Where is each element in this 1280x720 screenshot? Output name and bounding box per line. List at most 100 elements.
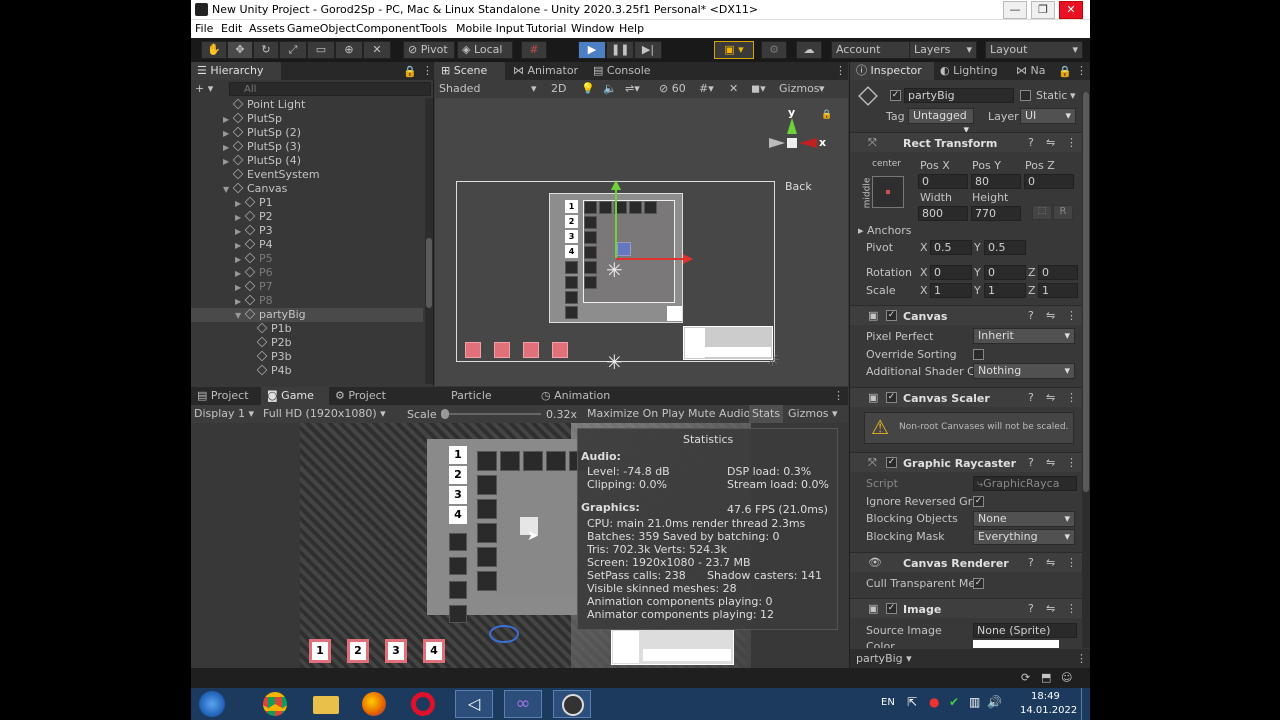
anchors-foldout[interactable]: ▸ Anchors — [858, 224, 912, 237]
help-icon[interactable]: ? — [1028, 391, 1034, 404]
scale-slider-thumb[interactable] — [441, 409, 449, 419]
hierarchy-item[interactable]: ▶ PlutSp — [191, 112, 423, 126]
rot-y-field[interactable]: 0 — [984, 265, 1026, 280]
footer-object-label[interactable]: partyBig ▾ — [856, 652, 912, 665]
help-icon[interactable]: ? — [1028, 556, 1034, 569]
clock-date[interactable]: 14.01.2022 — [1020, 705, 1077, 716]
source-image-field[interactable]: None (Sprite) — [973, 623, 1077, 638]
height-field[interactable]: 770 — [971, 206, 1021, 221]
help-icon[interactable]: ? — [1028, 309, 1034, 322]
preset-icon[interactable]: ⇋ — [1046, 602, 1055, 615]
layer-dropdown[interactable]: UI ▾ — [1020, 108, 1076, 124]
grid-icon[interactable]: #▾ — [699, 82, 714, 95]
network-icon[interactable]: ▥ — [969, 695, 980, 709]
resolution-dropdown[interactable]: Full HD (1920x1080) ▾ — [263, 407, 386, 420]
graphic-raycaster-header[interactable]: ⤧ ✓ Graphic Raycaster? ⇋ ⋮ — [850, 452, 1083, 472]
chevron-down-icon[interactable]: ▾ — [1070, 89, 1076, 102]
shading-dropdown[interactable]: Shaded ▾ — [439, 82, 539, 95]
chrome-icon[interactable] — [263, 692, 287, 716]
tab-navigation[interactable]: ⋈ Na — [1010, 62, 1054, 80]
tray-check-icon[interactable]: ✔ — [949, 695, 959, 709]
preset-icon[interactable]: ⇋ — [1046, 309, 1055, 322]
foldout-arrow-icon[interactable]: ▶ — [235, 211, 245, 225]
tab-animator[interactable]: ⋈ Animator — [507, 62, 587, 80]
canvas-header[interactable]: ▣ ✓ Canvas? ⇋ ⋮ — [850, 305, 1083, 325]
tab-console[interactable]: ▤ Console — [587, 62, 667, 80]
object-name-field[interactable]: partyBig — [904, 88, 1014, 103]
chevron-down-icon[interactable]: ▾ — [819, 82, 825, 95]
help-icon[interactable]: ? — [1028, 602, 1034, 615]
menu-tools[interactable]: Tools — [420, 22, 447, 35]
minimize-button[interactable]: — — [1003, 1, 1027, 19]
more-icon[interactable]: ⋮ — [835, 64, 846, 77]
foldout-arrow-icon[interactable]: ▶ — [235, 267, 245, 281]
more-icon[interactable]: ⋮ — [1066, 602, 1077, 615]
cull-transparent-checkbox[interactable]: ✓ — [973, 578, 984, 589]
gizmo-center-cube[interactable] — [787, 138, 797, 148]
mute-audio-toggle[interactable]: Mute Audio — [688, 407, 750, 420]
gizmos-dropdown[interactable]: Gizmos — [779, 82, 820, 95]
hierarchy-search-input[interactable] — [229, 82, 431, 96]
posy-field[interactable]: 80 — [971, 174, 1021, 189]
hierarchy-scrollbar[interactable] — [425, 98, 433, 384]
menu-gameobject[interactable]: GameObject — [287, 22, 356, 35]
tag-dropdown[interactable]: Untagged ▾ — [908, 108, 974, 136]
local-toggle[interactable]: ◈ Local — [457, 41, 513, 59]
foldout-arrow-icon[interactable]: ▶ — [223, 141, 233, 155]
game-viewport[interactable]: 1234 ➤ 1234 Statistics Audio: Level: -74… — [191, 423, 848, 668]
folder-icon[interactable] — [313, 696, 339, 714]
more-icon[interactable]: ⋮ — [1066, 391, 1077, 404]
pivot-toggle[interactable]: ⊘ Pivot — [403, 41, 455, 59]
more-icon[interactable]: ⋮ — [833, 389, 844, 402]
hierarchy-item[interactable]: ▶ P7 — [191, 280, 423, 294]
rot-z-field[interactable]: 0 — [1038, 265, 1078, 280]
pivot-y-field[interactable]: 0.5 — [984, 240, 1026, 255]
layout-icon[interactable]: ⬒ — [1041, 671, 1051, 684]
services-icon[interactable]: ⚙ — [761, 41, 787, 59]
start-button[interactable] — [199, 691, 225, 717]
scale-z-field[interactable]: 1 — [1038, 283, 1078, 298]
collab-button[interactable]: ▣ ▾ — [714, 41, 754, 59]
scrollbar-thumb[interactable] — [1083, 92, 1089, 492]
scale-tool-icon[interactable]: ⤢ — [279, 41, 307, 59]
2d-toggle[interactable]: 2D — [551, 82, 566, 95]
add-button[interactable]: + ▾ — [195, 82, 213, 95]
hierarchy-item[interactable]: ▼ partyBig — [191, 308, 423, 322]
scrollbar-thumb[interactable] — [426, 238, 432, 308]
visual-studio-icon[interactable]: ∞ — [504, 690, 542, 718]
blocking-objects-dropdown[interactable]: None ▾ — [973, 511, 1075, 527]
gizmo-y-cone[interactable] — [787, 118, 797, 134]
pivot-x-field[interactable]: 0.5 — [930, 240, 972, 255]
lighting-icon[interactable]: 💡 — [581, 82, 595, 95]
opera-icon[interactable] — [411, 692, 435, 716]
grid-snap-icon[interactable]: # — [521, 41, 547, 59]
close-button[interactable]: ✕ — [1059, 1, 1083, 19]
menu-assets[interactable]: Assets — [249, 22, 285, 35]
hierarchy-item[interactable]: P1b — [191, 322, 423, 336]
tab-project-settings[interactable]: ⚙ Project Settings — [329, 387, 437, 420]
more-icon[interactable]: ⋮ — [1066, 309, 1077, 322]
obs-icon[interactable] — [553, 690, 591, 718]
lock-icon[interactable]: 🔒 — [403, 65, 417, 78]
show-desktop-button[interactable] — [1081, 688, 1090, 720]
canvas-scaler-header[interactable]: ▣ ✓ Canvas Scaler? ⇋ ⋮ — [850, 387, 1083, 407]
menu-window[interactable]: Window — [571, 22, 614, 35]
foldout-arrow-icon[interactable]: ▶ — [235, 295, 245, 309]
lock-icon[interactable]: 🔒 — [821, 110, 832, 120]
scale-y-field[interactable]: 1 — [984, 283, 1026, 298]
menu-edit[interactable]: Edit — [221, 22, 242, 35]
firefox-icon[interactable] — [362, 692, 386, 716]
hierarchy-item[interactable]: ▶ PlutSp (4) — [191, 154, 423, 168]
hierarchy-item[interactable]: ▶ P2 — [191, 210, 423, 224]
raycaster-enabled-checkbox[interactable]: ✓ — [886, 457, 897, 468]
shader-channels-dropdown[interactable]: Nothing ▾ — [973, 363, 1075, 379]
scene-viewport[interactable]: Back 1234 ✳ ✳ ✳ y x 🔒 — [435, 98, 848, 386]
gizmos-dropdown[interactable]: Gizmos ▾ — [788, 407, 838, 420]
layers-dropdown[interactable]: Layers ▾ — [909, 41, 977, 59]
maximize-on-play-toggle[interactable]: Maximize On Play — [587, 407, 685, 420]
gizmo-neg-x-cone[interactable] — [769, 138, 785, 148]
hierarchy-item[interactable]: ▶ P6 — [191, 266, 423, 280]
menu-file[interactable]: File — [195, 22, 213, 35]
move-handle-square[interactable] — [617, 242, 631, 256]
play-button[interactable]: ▶ — [578, 41, 606, 59]
